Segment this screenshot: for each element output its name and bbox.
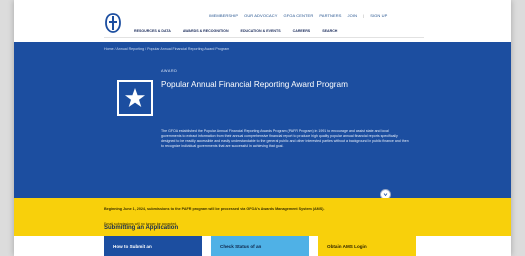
card-label: Check Status of an: [220, 244, 262, 249]
star-award-icon: [117, 80, 153, 116]
nav-item-resources[interactable]: RESOURCES & DATA: [134, 29, 171, 33]
notice-banner: Beginning June 1, 2024, submissions to t…: [14, 198, 511, 236]
utility-link-signup[interactable]: SIGN UP: [370, 13, 387, 18]
main-nav: RESOURCES & DATA AWARDS & RECOGNITION ED…: [134, 29, 337, 33]
card-check-status[interactable]: Check Status of an: [211, 236, 309, 256]
nav-item-awards[interactable]: AWARDS & RECOGNITION: [183, 29, 229, 33]
hero-banner: Home / Annual Reporting / Popular Annual…: [14, 42, 511, 200]
breadcrumb[interactable]: Home / Annual Reporting / Popular Annual…: [104, 47, 229, 51]
card-label: Obtain AMS Login: [327, 244, 367, 249]
utility-link-join[interactable]: JOIN: [348, 13, 358, 18]
nav-item-search[interactable]: SEARCH: [322, 29, 337, 33]
application-cards: How to Submit an Check Status of an Obta…: [104, 236, 416, 256]
section-title: Submitting an Application: [104, 225, 179, 231]
utility-separator: |: [363, 13, 365, 18]
utility-link-partners[interactable]: PARTNERS: [319, 13, 341, 18]
card-label: How to Submit an: [113, 244, 152, 249]
hero-description: The GFOA established the Popular Annual …: [161, 129, 409, 148]
gfoa-logo-icon[interactable]: [104, 12, 122, 34]
nav-item-education[interactable]: EDUCATION & EVENTS: [241, 29, 281, 33]
card-obtain-login[interactable]: Obtain AMS Login: [318, 236, 416, 256]
notice-main-text: Beginning June 1, 2024, submissions to t…: [104, 207, 325, 211]
page-title: Popular Annual Financial Reporting Award…: [161, 80, 348, 89]
utility-link-advocacy[interactable]: OUR ADVOCACY: [244, 13, 277, 18]
utility-link-membership[interactable]: IMEMBERSHIP: [209, 13, 238, 18]
nav-item-careers[interactable]: CAREERS: [293, 29, 311, 33]
utility-nav: IMEMBERSHIP OUR ADVOCACY GFOA CENTER PAR…: [209, 13, 387, 18]
chevron-down-icon: [383, 193, 388, 197]
nav-divider: [104, 37, 424, 38]
hero-eyebrow: AWARD: [161, 69, 178, 73]
page: IMEMBERSHIP OUR ADVOCACY GFOA CENTER PAR…: [14, 0, 511, 256]
card-how-to-submit[interactable]: How to Submit an: [104, 236, 202, 256]
utility-link-center[interactable]: GFOA CENTER: [284, 13, 314, 18]
